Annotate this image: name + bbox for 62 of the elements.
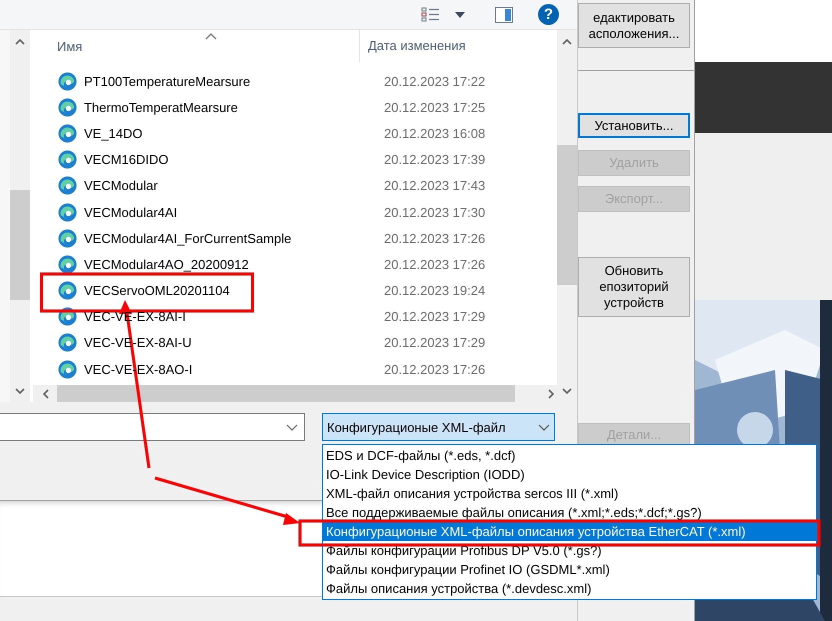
- chevron-down-icon[interactable]: [562, 388, 572, 394]
- swirl-icon: [58, 176, 77, 196]
- panel-button[interactable]: Установить...: [578, 113, 690, 138]
- chevron-up-icon[interactable]: [562, 39, 572, 45]
- chevron-left-icon[interactable]: [42, 388, 49, 398]
- file-name[interactable]: VE_14DO: [84, 126, 375, 141]
- file-date: 20.12.2023 17:39: [384, 152, 486, 168]
- file-date: 20.12.2023 17:22: [384, 74, 486, 89]
- swirl-icon: [58, 202, 77, 222]
- file-name[interactable]: VECModular4AI_ForCurrentSample: [84, 230, 375, 246]
- dropdown-option[interactable]: Файлы описания устройства (*.devdesc.xml): [323, 579, 816, 598]
- file-date: 20.12.2023 17:26: [384, 362, 486, 377]
- file-date: 20.12.2023 19:24: [384, 283, 486, 298]
- file-date: 20.12.2023 17:29: [384, 335, 486, 350]
- caret-icon[interactable]: [455, 12, 465, 18]
- swirl-icon: [58, 72, 77, 91]
- chevron-down-icon[interactable]: [286, 424, 298, 430]
- file-date: 20.12.2023 17:29: [384, 309, 486, 324]
- dropdown-option[interactable]: EDS и DCF-файлы (*.eds, *.dcf): [323, 446, 816, 465]
- help-button[interactable]: ?: [538, 4, 559, 25]
- file-date: 20.12.2023 16:08: [384, 126, 486, 141]
- preview-pane-icon[interactable]: [495, 6, 513, 22]
- dropdown-option[interactable]: IO-Link Device Description (IODD): [323, 465, 816, 484]
- swirl-icon: [58, 124, 77, 143]
- dropdown-option[interactable]: Все поддерживаемые файлы описания (*.xml;*.eds;*.dcf;*.gs?): [323, 503, 816, 522]
- swirl-icon: [58, 360, 77, 379]
- file-name[interactable]: ThermoTemperatMearsure: [84, 100, 375, 115]
- vertical-scrollbar[interactable]: [10, 30, 30, 402]
- file-type-combo[interactable]: Конфигурационые XML-файл: [322, 413, 555, 441]
- swirl-icon: [58, 150, 77, 170]
- swirl-icon: [58, 281, 77, 300]
- file-date: 20.12.2023 17:26: [384, 256, 486, 272]
- swirl-icon: [58, 307, 77, 326]
- file-name[interactable]: VECM16DIDO: [84, 152, 375, 168]
- panel-button[interactable]: едактировать асположения...: [578, 3, 690, 48]
- file-name[interactable]: VECModular4AI: [84, 204, 375, 220]
- file-name[interactable]: VECModular4AO_20200912: [84, 256, 375, 272]
- swirl-icon: [58, 254, 77, 274]
- dropdown-option[interactable]: Файлы конфигурации Profinet IO (GSDML*.xml): [323, 560, 816, 579]
- file-name[interactable]: PT100TemperatureMearsure: [84, 74, 375, 89]
- vertical-scrollbar[interactable]: [557, 30, 577, 402]
- chevron-down-icon[interactable]: [538, 424, 550, 430]
- list-view-icon[interactable]: [421, 6, 441, 22]
- chevron-right-icon[interactable]: [548, 388, 554, 398]
- chevron-up-icon[interactable]: [14, 39, 25, 45]
- swirl-icon: [58, 333, 77, 352]
- dropdown-option[interactable]: Конфигурационые XML-файлы описания устройства EtherCAT (*.xml): [323, 522, 816, 541]
- swirl-icon: [58, 228, 77, 248]
- file-date: 20.12.2023 17:25: [384, 100, 486, 115]
- chevron-down-icon[interactable]: [14, 388, 25, 394]
- file-name[interactable]: VECServoOML20201104: [84, 283, 375, 298]
- column-header[interactable]: Имя: [32, 38, 359, 54]
- file-name[interactable]: VECModular: [84, 178, 375, 194]
- swirl-icon: [58, 98, 77, 117]
- file-date: 20.12.2023 17:26: [384, 230, 486, 246]
- file-name-field[interactable]: [0, 413, 305, 441]
- panel-button[interactable]: Обновить епозиторий устройств: [578, 257, 690, 317]
- horizontal-scrollbar[interactable]: [32, 385, 560, 402]
- column-header[interactable]: Дата изменения: [358, 30, 466, 62]
- file-date: 20.12.2023 17:30: [384, 204, 486, 220]
- file-date: 20.12.2023 17:43: [384, 178, 486, 194]
- dropdown-option[interactable]: XML-файл описания устройства sercos III (*.xml): [323, 484, 816, 503]
